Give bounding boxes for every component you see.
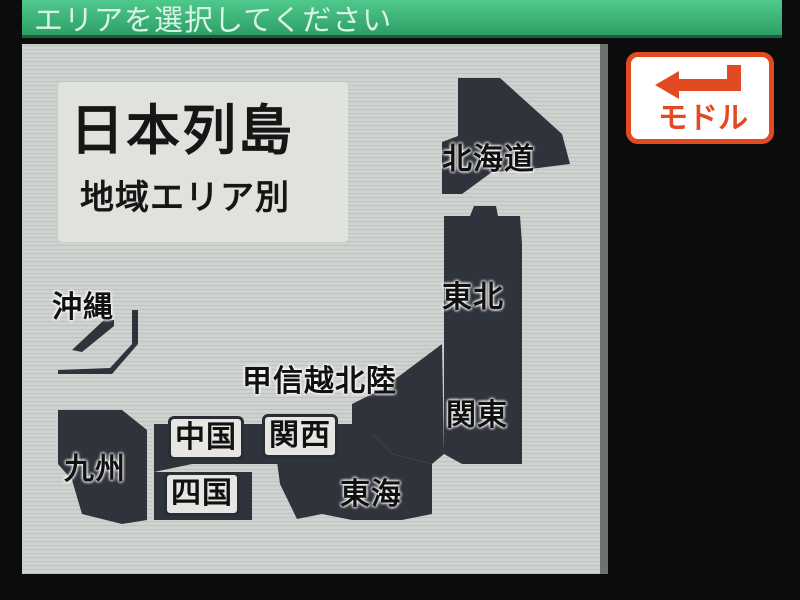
screen-title: エリアを選択してください: [34, 3, 393, 37]
region-label-koshinetsu-hokuriku[interactable]: 甲信越北陸: [242, 356, 397, 400]
screen-title-bar: エリアを選択してください: [22, 0, 782, 38]
region-label-okinawa[interactable]: 沖縄: [52, 282, 114, 326]
region-label-kanto[interactable]: 関東: [446, 390, 508, 434]
region-label-chugoku[interactable]: 中国: [168, 416, 244, 460]
region-label-kyushu[interactable]: 九州: [64, 444, 126, 488]
map-screen: 日本列島 地域エリア別 北海道 東北 甲信越北陸 関東 東海 関西 中国 四国 …: [22, 44, 608, 574]
region-label-shikoku[interactable]: 四国: [164, 472, 240, 516]
region-label-hokkaido[interactable]: 北海道: [442, 134, 535, 178]
region-label-tohoku[interactable]: 東北: [442, 272, 504, 316]
back-button[interactable]: モドル: [626, 52, 774, 144]
back-button-label: モドル: [658, 101, 748, 136]
region-label-tokai[interactable]: 東海: [340, 469, 402, 513]
region-label-kansai[interactable]: 関西: [262, 414, 338, 458]
